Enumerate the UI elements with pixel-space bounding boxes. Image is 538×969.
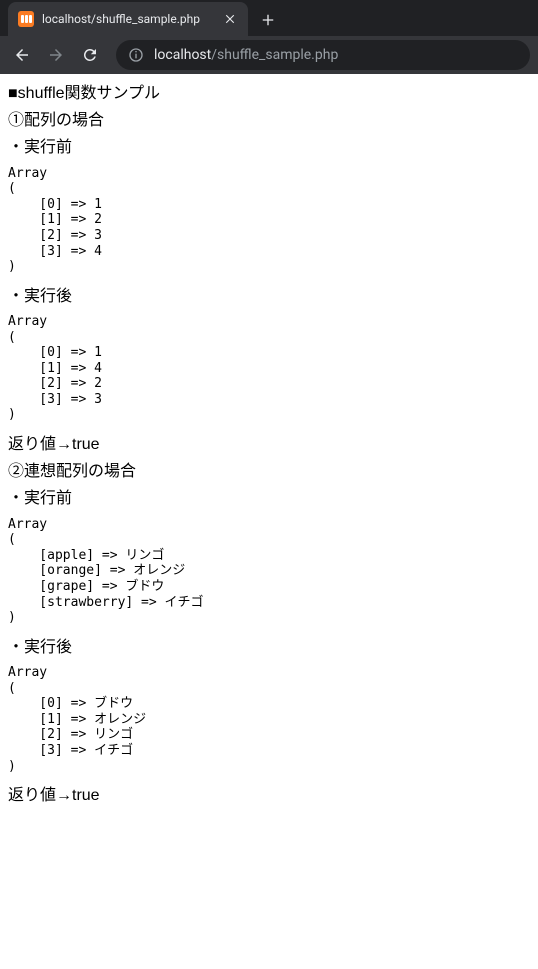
url-host: localhost	[154, 47, 211, 63]
array1-before: Array ( [0] => 1 [1] => 2 [2] => 3 [3] =…	[8, 166, 530, 275]
site-info-icon[interactable]	[128, 47, 144, 63]
array2-before: Array ( [apple] => リンゴ [orange] => オレンジ …	[8, 517, 530, 626]
tab-title: localhost/shuffle_sample.php	[42, 12, 214, 26]
address-bar[interactable]: localhost/shuffle_sample.php	[116, 40, 530, 70]
section1-title: ①配列の場合	[8, 109, 530, 132]
new-tab-button[interactable]	[254, 6, 282, 34]
before-label-1: ・実行前	[8, 136, 530, 159]
page-title: ■shuffle関数サンプル	[8, 82, 530, 105]
reload-button[interactable]	[76, 41, 104, 69]
toolbar: localhost/shuffle_sample.php	[0, 36, 538, 74]
page-content: ■shuffle関数サンプル ①配列の場合 ・実行前 Array ( [0] =…	[0, 74, 538, 819]
url-text: localhost/shuffle_sample.php	[154, 47, 338, 63]
after-label-1: ・実行後	[8, 285, 530, 308]
array1-after: Array ( [0] => 1 [1] => 4 [2] => 2 [3] =…	[8, 314, 530, 423]
tab-bar: localhost/shuffle_sample.php	[0, 0, 538, 36]
forward-button[interactable]	[42, 41, 70, 69]
after-label-2: ・実行後	[8, 636, 530, 659]
return-value-2: 返り値→true	[8, 784, 530, 807]
back-button[interactable]	[8, 41, 36, 69]
browser-tab[interactable]: localhost/shuffle_sample.php	[8, 2, 248, 36]
close-tab-icon[interactable]	[222, 11, 238, 27]
xampp-favicon-icon	[18, 11, 34, 27]
return-value-1: 返り値→true	[8, 433, 530, 456]
browser-chrome: localhost/shuffle_sample.php localhost/s…	[0, 0, 538, 74]
before-label-2: ・実行前	[8, 487, 530, 510]
section2-title: ②連想配列の場合	[8, 460, 530, 483]
url-path: /shuffle_sample.php	[211, 47, 338, 63]
array2-after: Array ( [0] => ブドウ [1] => オレンジ [2] => リン…	[8, 665, 530, 774]
